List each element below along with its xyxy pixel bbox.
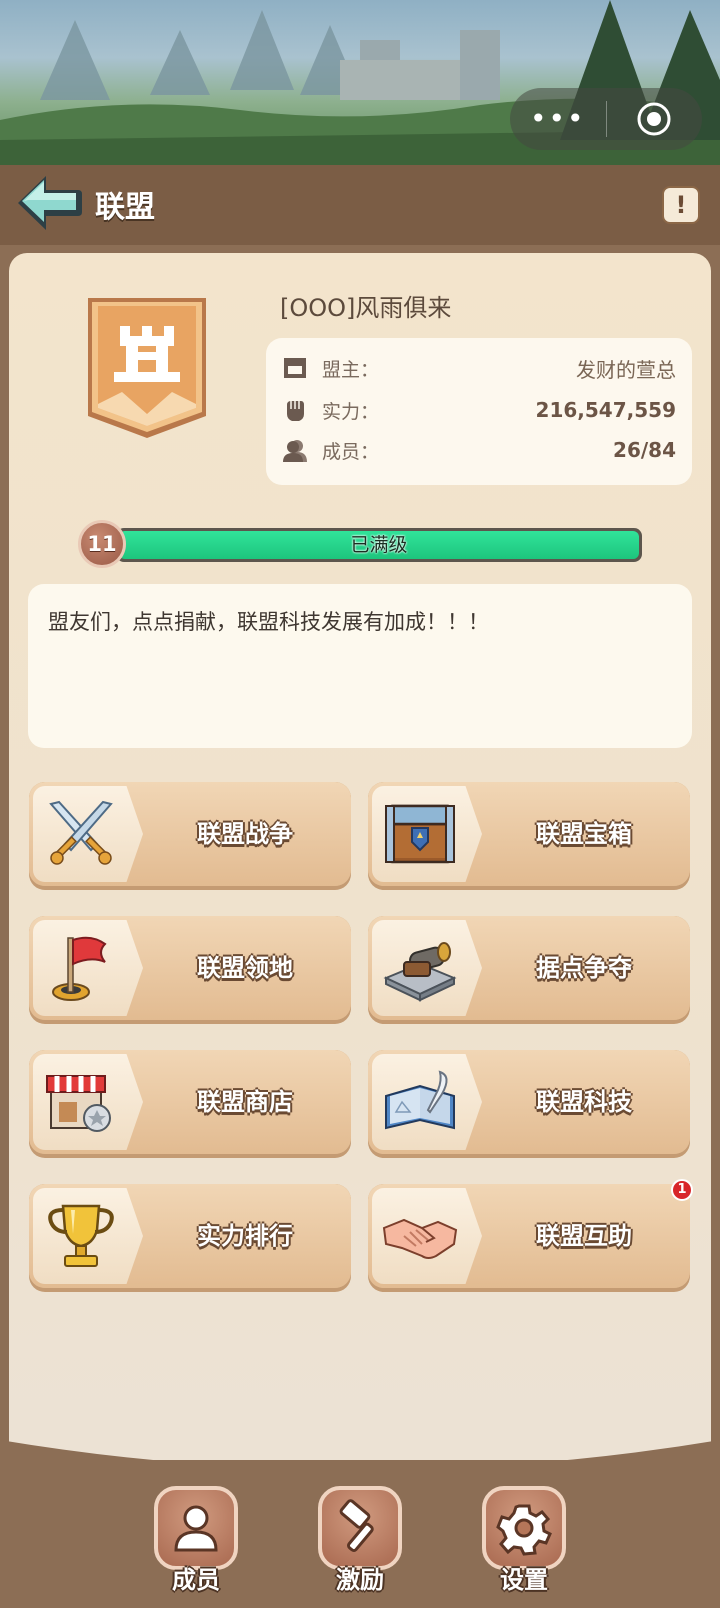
power-label: 实力： bbox=[322, 400, 380, 423]
alliance-help-label: 联盟互助 bbox=[536, 1222, 632, 1250]
back-arrow-icon bbox=[18, 176, 82, 230]
power-row: 实力： 216,547,559 bbox=[282, 394, 676, 426]
power-value: 216,547,559 bbox=[535, 398, 676, 422]
shop-icon bbox=[46, 1075, 111, 1132]
flag-icon bbox=[52, 936, 107, 1001]
incentive-nav-button[interactable] bbox=[318, 1486, 402, 1570]
more-options-button[interactable]: ••• bbox=[510, 88, 606, 150]
page-title: 联盟 bbox=[95, 190, 155, 225]
leader-row: 盟主： 发财的萱总 bbox=[282, 352, 676, 384]
settings-nav-label: 设置 bbox=[500, 1566, 548, 1594]
members-icon bbox=[283, 440, 307, 462]
settings-nav-button[interactable] bbox=[482, 1486, 566, 1570]
alliance-tech-button[interactable]: 联盟科技 bbox=[368, 1050, 690, 1154]
members-value: 26/84 bbox=[613, 438, 676, 462]
cannon-icon bbox=[383, 942, 457, 1002]
alliance-name: [OOO]风雨俱来 bbox=[280, 294, 452, 322]
alliance-war-label: 联盟战争 bbox=[197, 820, 293, 848]
alliance-tech-label: 联盟科技 bbox=[536, 1088, 632, 1116]
person-icon bbox=[174, 1505, 218, 1552]
alliance-level-badge: 11 bbox=[78, 520, 126, 568]
members-label: 成员： bbox=[322, 440, 380, 463]
alliance-war-button[interactable]: 联盟战争 bbox=[29, 782, 351, 886]
alliance-chest-label: 联盟宝箱 bbox=[536, 820, 632, 848]
trophy-icon bbox=[48, 1204, 114, 1267]
notice-text: 盟友们，点点捐献，联盟科技发展有加成！！！ bbox=[48, 610, 489, 634]
crossed-swords-icon bbox=[49, 800, 113, 865]
exclamation-icon: ! bbox=[675, 191, 687, 219]
info-button[interactable]: ! bbox=[662, 186, 700, 224]
alliance-emblem bbox=[86, 296, 208, 438]
hammer-icon bbox=[339, 1499, 374, 1552]
close-mini-program-button[interactable] bbox=[607, 101, 703, 137]
alliance-shop-label: 联盟商店 bbox=[197, 1088, 293, 1116]
alliance-territory-label: 联盟领地 bbox=[197, 954, 293, 982]
alliance-help-button[interactable]: 联盟互助 bbox=[368, 1184, 690, 1288]
members-row: 成员： 26/84 bbox=[282, 434, 676, 466]
treasure-chest-icon bbox=[385, 804, 455, 864]
alliance-territory-button[interactable]: 联盟领地 bbox=[29, 916, 351, 1020]
incentive-nav-label: 激励 bbox=[336, 1566, 384, 1594]
back-button[interactable] bbox=[14, 172, 84, 234]
notification-badge: 1 bbox=[671, 1179, 693, 1201]
book-quill-icon bbox=[385, 1070, 455, 1130]
alliance-shop-button[interactable]: 联盟商店 bbox=[29, 1050, 351, 1154]
gear-icon bbox=[496, 1504, 552, 1556]
members-nav-label: 成员 bbox=[172, 1566, 220, 1594]
leader-icon bbox=[284, 358, 306, 378]
target-icon bbox=[637, 102, 671, 136]
handshake-icon bbox=[382, 1218, 458, 1259]
leader-label: 盟主： bbox=[322, 358, 380, 381]
level-status: 已满级 bbox=[350, 534, 408, 556]
stronghold-contest-button[interactable]: 据点争夺 bbox=[368, 916, 690, 1020]
fist-icon bbox=[287, 401, 304, 421]
level-progress-bar: 已满级 bbox=[116, 528, 642, 562]
members-nav-button[interactable] bbox=[154, 1486, 238, 1570]
power-ranking-label: 实力排行 bbox=[197, 1222, 293, 1250]
castle-banner-icon bbox=[88, 298, 206, 438]
mini-program-capsule: ••• bbox=[510, 88, 702, 150]
alliance-stats-card: 盟主： 发财的萱总 实力： 216,547,559 成员： 26/84 bbox=[266, 338, 692, 485]
alliance-notice: 盟友们，点点捐献，联盟科技发展有加成！！！ bbox=[28, 584, 692, 748]
stronghold-contest-label: 据点争夺 bbox=[536, 954, 632, 982]
leader-value: 发财的萱总 bbox=[576, 357, 676, 382]
alliance-chest-button[interactable]: 联盟宝箱 bbox=[368, 782, 690, 886]
power-ranking-button[interactable]: 实力排行 bbox=[29, 1184, 351, 1288]
